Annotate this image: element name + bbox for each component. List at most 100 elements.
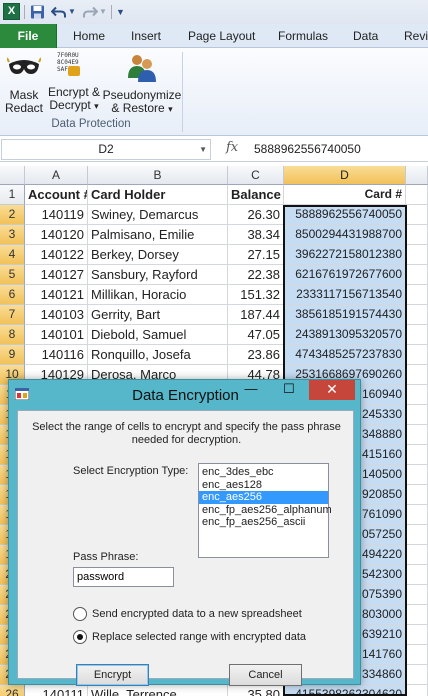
cell-account[interactable]: 140121	[25, 285, 88, 305]
cell-empty[interactable]	[406, 465, 428, 485]
cell-account[interactable]: 140103	[25, 305, 88, 325]
radio-new-spreadsheet-label[interactable]: Send encrypted data to a new spreadsheet	[92, 608, 302, 620]
cell-empty[interactable]	[406, 225, 428, 245]
cell-card-holder[interactable]: Ronquillo, Josefa	[88, 345, 228, 365]
name-box[interactable]: D2 ▼	[1, 139, 211, 160]
cell-empty[interactable]	[406, 565, 428, 585]
cell-card-number[interactable]: 2333117156713540	[284, 285, 406, 305]
cell-account[interactable]: 140122	[25, 245, 88, 265]
cell-card-number[interactable]: 4743485257237830	[284, 345, 406, 365]
cell-empty[interactable]	[406, 325, 428, 345]
column-header-b[interactable]: B	[88, 166, 228, 185]
list-item[interactable]: enc_aes128	[199, 479, 328, 492]
formula-input[interactable]: 5888962556740050	[254, 142, 361, 156]
row-header[interactable]: 1	[0, 185, 25, 205]
tab-formulas[interactable]: Formulas	[278, 24, 328, 48]
row-header[interactable]: 4	[0, 245, 25, 265]
cell-empty[interactable]	[406, 265, 428, 285]
radio-replace-range-label[interactable]: Replace selected range with encrypted da…	[92, 631, 306, 643]
tab-review[interactable]: Revi	[404, 24, 428, 48]
undo-dropdown-icon[interactable]: ▼	[68, 4, 76, 20]
cell-balance[interactable]: 22.38	[228, 265, 284, 285]
cell-account[interactable]: Account #	[25, 185, 88, 205]
pass-phrase-input[interactable]	[73, 567, 174, 587]
cell-card-holder[interactable]: Palmisano, Emilie	[88, 225, 228, 245]
cell-empty[interactable]	[406, 665, 428, 685]
row-header[interactable]: 3	[0, 225, 25, 245]
cell-card-holder[interactable]: Swiney, Demarcus	[88, 205, 228, 225]
cell-balance[interactable]: 23.86	[228, 345, 284, 365]
close-button[interactable]: ✕	[309, 380, 355, 400]
cell-card-number[interactable]: 8500294431988700	[284, 225, 406, 245]
cell-account[interactable]: 140116	[25, 345, 88, 365]
select-all-corner[interactable]	[0, 166, 25, 185]
function-icon[interactable]: fx	[226, 140, 238, 155]
cell-empty[interactable]	[406, 485, 428, 505]
list-item-selected[interactable]: enc_aes256	[199, 491, 328, 504]
minimize-button[interactable]: —	[233, 380, 269, 400]
tab-insert[interactable]: Insert	[131, 24, 161, 48]
cell-empty[interactable]	[406, 525, 428, 545]
cell-empty[interactable]	[406, 425, 428, 445]
cell-empty[interactable]	[406, 185, 428, 205]
cell-balance[interactable]: 47.05	[228, 325, 284, 345]
cell-empty[interactable]	[406, 505, 428, 525]
cell-card-number[interactable]: 6216761972677600	[284, 265, 406, 285]
name-box-dropdown-icon[interactable]: ▼	[199, 140, 207, 159]
cell-empty[interactable]	[406, 625, 428, 645]
row-header[interactable]: 26	[0, 685, 25, 696]
tab-home[interactable]: Home	[73, 24, 105, 48]
cell-balance[interactable]: 187.44	[228, 305, 284, 325]
row-header[interactable]: 2	[0, 205, 25, 225]
cell-empty[interactable]	[406, 245, 428, 265]
encrypt-button[interactable]: Encrypt	[76, 664, 149, 686]
cell-balance[interactable]: 26.30	[228, 205, 284, 225]
cell-balance[interactable]: Balance	[228, 185, 284, 205]
cell-account[interactable]: 140120	[25, 225, 88, 245]
cell-card-holder[interactable]: Diebold, Samuel	[88, 325, 228, 345]
cell-balance[interactable]: 38.34	[228, 225, 284, 245]
cell-account[interactable]: 140101	[25, 325, 88, 345]
row-header[interactable]: 5	[0, 265, 25, 285]
cell-card-number[interactable]: Card #	[284, 185, 406, 205]
cell-card-number[interactable]: 4155398262304620	[284, 685, 406, 696]
maximize-button[interactable]: ☐	[271, 380, 307, 400]
cell-empty[interactable]	[406, 685, 428, 696]
cell-empty[interactable]	[406, 285, 428, 305]
tab-file[interactable]: File	[0, 24, 57, 48]
radio-replace-range[interactable]	[73, 630, 87, 644]
column-header-a[interactable]: A	[25, 166, 88, 185]
cell-card-holder[interactable]: Gerrity, Bart	[88, 305, 228, 325]
cell-card-holder[interactable]: Wille, Terrence	[88, 685, 228, 696]
cell-card-number[interactable]: 5888962556740050	[284, 205, 406, 225]
dialog-title-bar[interactable]: Data Encryption — ☐ ✕	[9, 380, 362, 410]
row-header[interactable]: 7	[0, 305, 25, 325]
cell-card-number[interactable]: 2438913095320570	[284, 325, 406, 345]
cell-account[interactable]: 140111	[25, 685, 88, 696]
cell-card-holder[interactable]: Berkey, Dorsey	[88, 245, 228, 265]
cell-empty[interactable]	[406, 545, 428, 565]
cell-empty[interactable]	[406, 645, 428, 665]
list-item[interactable]: enc_3des_ebc	[199, 466, 328, 479]
cell-empty[interactable]	[406, 585, 428, 605]
undo-icon[interactable]	[51, 4, 67, 20]
cell-empty[interactable]	[406, 365, 428, 385]
pseudonymize-restore-button[interactable]: Pseudonymize & Restore ▾	[102, 52, 182, 116]
cell-empty[interactable]	[406, 405, 428, 425]
save-icon[interactable]	[30, 4, 45, 20]
row-header[interactable]: 8	[0, 325, 25, 345]
cell-account[interactable]: 140119	[25, 205, 88, 225]
cell-card-number[interactable]: 3962272158012380	[284, 245, 406, 265]
radio-new-spreadsheet[interactable]	[73, 607, 87, 621]
cell-account[interactable]: 140127	[25, 265, 88, 285]
cell-empty[interactable]	[406, 385, 428, 405]
cell-empty[interactable]	[406, 605, 428, 625]
mask-redact-button[interactable]: Mask Redact	[4, 52, 44, 115]
cell-card-holder[interactable]: Card Holder	[88, 185, 228, 205]
customize-toolbar-icon[interactable]: ▼	[116, 4, 125, 20]
tab-data[interactable]: Data	[353, 24, 378, 48]
cancel-button[interactable]: Cancel	[229, 664, 302, 686]
column-header-e[interactable]	[406, 166, 428, 185]
encryption-type-listbox[interactable]: enc_3des_ebc enc_aes128 enc_aes256 enc_f…	[198, 463, 332, 558]
cell-balance[interactable]: 151.32	[228, 285, 284, 305]
